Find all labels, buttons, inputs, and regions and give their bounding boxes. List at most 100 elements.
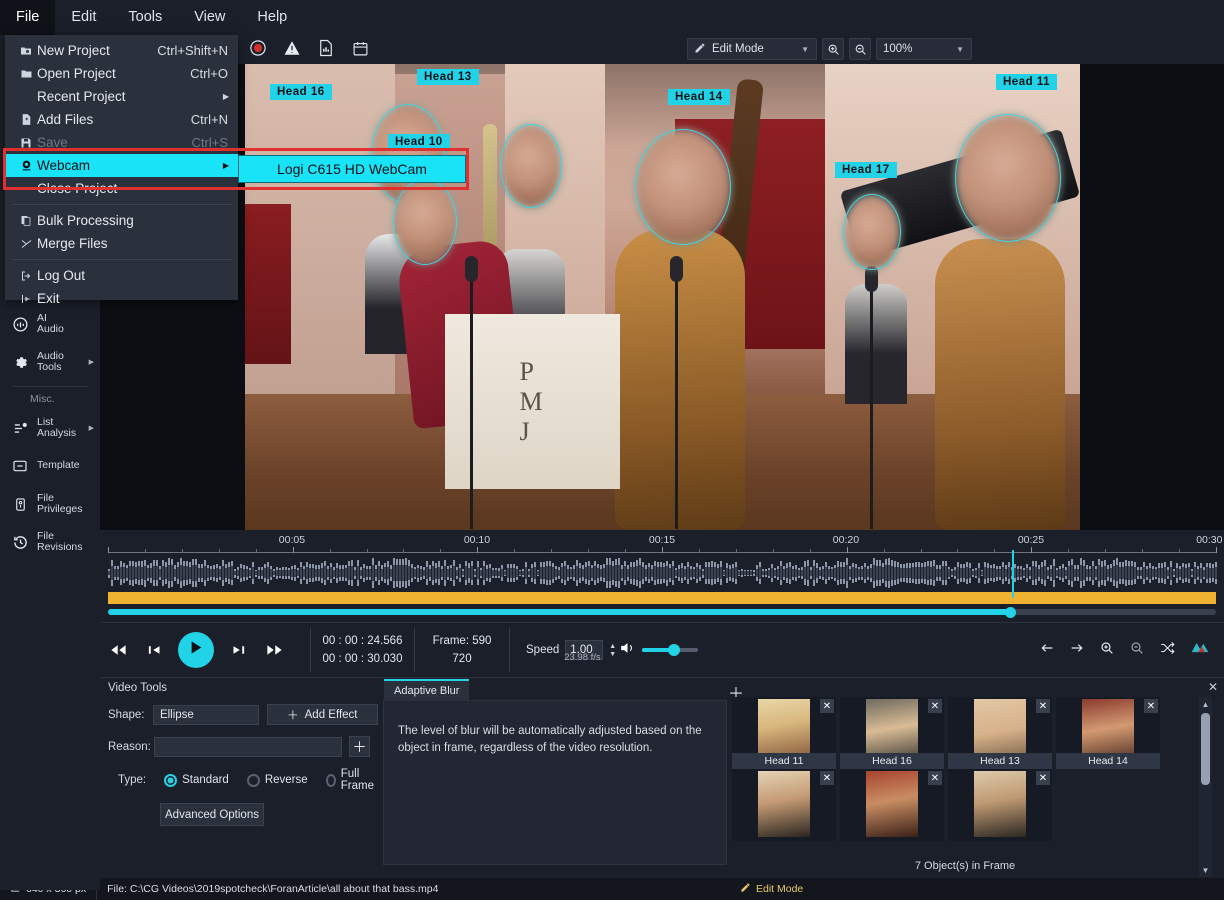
- zoom-in-icon[interactable]: [1099, 640, 1115, 661]
- record-icon[interactable]: [248, 38, 268, 58]
- zoom-out-button[interactable]: [849, 38, 871, 60]
- waveform-bar: [651, 569, 653, 577]
- waveform-bar: [309, 568, 311, 578]
- remove-object-button[interactable]: ✕: [1036, 699, 1050, 713]
- report-icon[interactable]: [316, 38, 336, 58]
- waveform-bar: [204, 566, 206, 580]
- timeline-ruler[interactable]: 00:05 00:10 00:15 00:20 00:25 00:30: [108, 534, 1216, 556]
- next-frame-button[interactable]: [220, 633, 256, 667]
- zoom-out-icon[interactable]: [1129, 640, 1145, 661]
- sidebar-item-audio-tools[interactable]: AudioTools ▶: [0, 343, 100, 381]
- menu-view[interactable]: View: [178, 0, 241, 35]
- advanced-options-button[interactable]: Advanced Options: [160, 803, 264, 826]
- menu-edit[interactable]: Edit: [55, 0, 112, 35]
- object-thumbnail[interactable]: ✕: [840, 769, 944, 841]
- zoom-level-select[interactable]: 100% ▼: [876, 38, 972, 60]
- video-track[interactable]: [108, 609, 1216, 615]
- add-reason-button[interactable]: ＋: [349, 736, 370, 757]
- add-effect-button[interactable]: ＋ Add Effect: [267, 704, 378, 725]
- volume-control[interactable]: [619, 641, 698, 660]
- file-dropdown-menu[interactable]: New ProjectCtrl+Shift+NOpen ProjectCtrl+…: [5, 35, 238, 300]
- prev-frame-button[interactable]: [136, 633, 172, 667]
- step-back-icon[interactable]: [1039, 641, 1055, 660]
- speed-stepper[interactable]: ▲▼: [609, 643, 616, 658]
- audio-track[interactable]: [108, 592, 1216, 604]
- audio-waveform[interactable]: [108, 556, 1216, 590]
- playhead[interactable]: [1012, 550, 1014, 598]
- menu-item-webcam[interactable]: Webcam▶: [5, 154, 238, 177]
- shape-select[interactable]: Ellipse: [153, 705, 259, 725]
- tab-adaptive-blur[interactable]: Adaptive Blur: [384, 679, 469, 701]
- object-thumbnail[interactable]: ✕: [948, 769, 1052, 841]
- sidebar-item-file-revisions[interactable]: FileRevisions: [0, 523, 100, 561]
- close-icon[interactable]: ✕: [1208, 680, 1218, 694]
- object-thumbnail[interactable]: ✕Head 13: [948, 697, 1052, 769]
- reason-select[interactable]: [154, 737, 342, 757]
- menu-item-recent-project[interactable]: Recent Project▶: [5, 85, 238, 108]
- step-forward-icon[interactable]: [1069, 641, 1085, 660]
- remove-object-button[interactable]: ✕: [928, 699, 942, 713]
- object-label-head-13[interactable]: Head 13: [417, 69, 479, 85]
- remove-object-button[interactable]: ✕: [820, 699, 834, 713]
- remove-object-button[interactable]: ✕: [1144, 699, 1158, 713]
- object-label-head-17[interactable]: Head 17: [835, 162, 897, 178]
- video-canvas[interactable]: PMJ: [245, 64, 1080, 530]
- object-label-head-10[interactable]: Head 10: [388, 134, 450, 150]
- volume-icon[interactable]: [619, 641, 636, 660]
- tab-description: The level of blur will be automatically …: [384, 701, 726, 757]
- timeline-tick: [219, 549, 220, 553]
- menu-item-merge-files[interactable]: Merge Files: [5, 232, 238, 255]
- sidebar-item-file-privileges[interactable]: FilePrivileges: [0, 485, 100, 523]
- menu-item-exit[interactable]: Exit: [5, 287, 238, 310]
- menu-item-new-project[interactable]: New ProjectCtrl+Shift+N: [5, 39, 238, 62]
- warning-icon[interactable]: [282, 38, 302, 58]
- menu-item-close-project[interactable]: Close Project: [5, 177, 238, 200]
- sidebar-item-ai-audio[interactable]: AIAudio: [0, 305, 100, 343]
- scroll-down-icon[interactable]: ▼: [1199, 863, 1212, 877]
- object-thumbnail[interactable]: ✕: [732, 769, 836, 841]
- object-thumbnail[interactable]: ✕Head 14: [1056, 697, 1160, 769]
- skip-end-button[interactable]: [256, 633, 292, 667]
- play-button[interactable]: [178, 632, 214, 668]
- menu-item-save[interactable]: SaveCtrl+S: [5, 131, 238, 154]
- menu-item-log-out[interactable]: Log Out: [5, 264, 238, 287]
- object-label-head-11[interactable]: Head 11: [996, 74, 1057, 90]
- scrollbar-thumb[interactable]: [1201, 713, 1210, 785]
- webcam-submenu-item[interactable]: Logi C615 HD WebCam: [238, 155, 466, 183]
- timeline-scrubber-handle[interactable]: [1005, 607, 1016, 618]
- video-preview-pane[interactable]: PMJ Head 16 Head 13 Head 10 Head 14: [100, 64, 1224, 530]
- remove-object-button[interactable]: ✕: [820, 771, 834, 785]
- remove-object-button[interactable]: ✕: [1036, 771, 1050, 785]
- shuffle-icon[interactable]: [1159, 641, 1176, 660]
- timeline[interactable]: 00:05 00:10 00:15 00:20 00:25 00:30: [100, 530, 1224, 622]
- calendar-icon[interactable]: [350, 38, 370, 58]
- object-thumbnail[interactable]: ✕Head 16: [840, 697, 944, 769]
- waveform-bar: [384, 567, 386, 579]
- menu-file[interactable]: File: [0, 0, 55, 35]
- scroll-up-icon[interactable]: ▲: [1199, 697, 1212, 711]
- type-radio-full-frame[interactable]: Full Frame: [326, 768, 378, 792]
- object-label-head-16[interactable]: Head 16: [270, 84, 332, 100]
- waveform-bar: [1092, 566, 1094, 579]
- menu-help[interactable]: Help: [241, 0, 303, 35]
- sidebar-item-template[interactable]: Template: [0, 447, 100, 485]
- objects-scrollbar[interactable]: ▲ ▼: [1199, 697, 1212, 877]
- menu-item-bulk-processing[interactable]: Bulk Processing: [5, 209, 238, 232]
- menu-tools[interactable]: Tools: [112, 0, 178, 35]
- edit-mode-select[interactable]: Edit Mode ▼: [687, 38, 817, 60]
- menu-item-open-project[interactable]: Open ProjectCtrl+O: [5, 62, 238, 85]
- volume-slider[interactable]: [642, 648, 698, 652]
- waveform-bar: [864, 567, 866, 578]
- waveform-bar: [1152, 569, 1154, 577]
- type-radio-standard[interactable]: Standard: [164, 774, 229, 787]
- object-thumbnail[interactable]: ✕Head 11: [732, 697, 836, 769]
- remove-object-button[interactable]: ✕: [928, 771, 942, 785]
- type-radio-reverse[interactable]: Reverse: [247, 774, 308, 787]
- waveform-bar: [369, 569, 371, 576]
- zoom-in-button[interactable]: [822, 38, 844, 60]
- sidebar-item-list-analysis[interactable]: ListAnalysis ▶: [0, 409, 100, 447]
- menu-item-add-files[interactable]: Add FilesCtrl+N: [5, 108, 238, 131]
- object-label-head-14[interactable]: Head 14: [668, 89, 730, 105]
- audio-wave-icon[interactable]: [1190, 640, 1210, 661]
- skip-start-button[interactable]: [100, 633, 136, 667]
